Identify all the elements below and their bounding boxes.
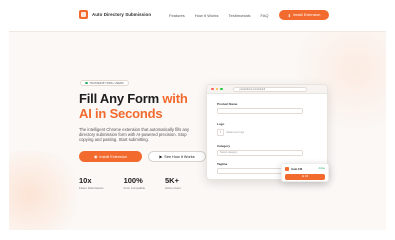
stat-item: 10x Faster Submissions <box>79 176 104 190</box>
status-dot-icon <box>85 81 88 85</box>
install-extension-button[interactable]: ◉ Install Extension <box>79 151 142 162</box>
hero-title: Fill Any Form with AI in Seconds <box>79 91 219 121</box>
window-minimize-dot-icon <box>215 87 218 91</box>
url-text: producthunt.com/submit <box>239 87 266 91</box>
form-field-logo: Logo ⇪ Upload your logo <box>217 122 303 137</box>
upload-icon: ⇪ <box>217 128 224 136</box>
stats-row: 10x Faster Submissions 100% Form Compati… <box>79 176 181 190</box>
form-field-category: Category Select category <box>217 144 303 156</box>
nav-link-faq[interactable]: FAQ <box>261 13 269 18</box>
category-select[interactable]: Select category <box>217 149 303 156</box>
ai-fill-label: AI Fill <box>301 175 309 179</box>
stat-item: 5K+ Active Users <box>165 176 181 190</box>
hero-description: The intelligent Chrome extension that au… <box>79 127 190 143</box>
browser-toolbar: producthunt.com/submit <box>207 85 327 94</box>
field-label: Product Name <box>217 102 238 106</box>
stat-label: Faster Submissions <box>79 186 104 190</box>
nav-link-how-it-works[interactable]: How It Works <box>195 13 219 18</box>
install-extension-label: Install Extension <box>99 154 127 159</box>
product-name-input[interactable] <box>217 107 303 114</box>
background-glow <box>9 150 89 230</box>
chrome-icon: ◉ <box>94 155 98 159</box>
hero-title-line1: Fill Any Form <box>79 91 163 106</box>
nav-link-testimonials[interactable]: Testimonials <box>229 13 251 18</box>
hero-title-line2: AI in Seconds <box>79 105 163 121</box>
window-maximize-dot-icon <box>220 87 223 91</box>
logo-icon <box>79 10 88 19</box>
popup-header: Auto Fill Active <box>282 164 328 173</box>
download-icon: ⬇ <box>287 13 291 18</box>
stat-value: 5K+ <box>165 176 179 185</box>
stat-value: 10x <box>79 176 92 185</box>
field-label: Category <box>217 144 231 148</box>
main-nav: Features How It Works Testimonials FAQ <box>169 13 269 18</box>
see-how-it-works-label: See How It Works <box>164 154 195 159</box>
extension-popup: Auto Fill Active AI Fill <box>281 163 329 182</box>
nav-link-features[interactable]: Features <box>169 13 185 18</box>
upload-hint: Upload your logo <box>226 130 245 134</box>
stat-value: 100% <box>123 176 143 185</box>
stat-item: 100% Form Compatible <box>124 176 145 190</box>
address-bar: producthunt.com/submit <box>232 86 307 92</box>
ai-fill-button[interactable]: AI Fill <box>285 174 325 180</box>
window-close-dot-icon <box>211 87 214 91</box>
header-install-label: Install Extension <box>292 13 321 17</box>
hero-title-accent: with <box>162 91 188 106</box>
form-field-product-name: Product Name <box>217 102 303 114</box>
stat-label: Form Compatible <box>123 186 146 190</box>
popup-status: Active <box>318 167 325 170</box>
header-install-button[interactable]: ⬇ Install Extension <box>279 10 329 20</box>
play-icon: ▶ <box>159 155 163 159</box>
logo-upload[interactable]: ⇪ Upload your logo <box>217 128 303 137</box>
trust-badge-text: TRUSTED BY 5000+ USERS <box>89 81 124 85</box>
trust-badge: TRUSTED BY 5000+ USERS <box>80 80 129 86</box>
field-label: Logo <box>217 122 225 126</box>
logo[interactable]: Auto Directory Submission <box>79 10 151 19</box>
extension-logo-icon <box>285 166 289 171</box>
popup-title: Auto Fill <box>291 166 303 171</box>
logo-text: Auto Directory Submission <box>92 12 152 17</box>
stat-label: Active Users <box>165 186 181 190</box>
page-frame: Auto Directory Submission Features How I… <box>9 0 386 230</box>
site-header: Auto Directory Submission Features How I… <box>9 0 386 32</box>
see-how-it-works-button[interactable]: ▶ See How It Works <box>148 151 206 162</box>
